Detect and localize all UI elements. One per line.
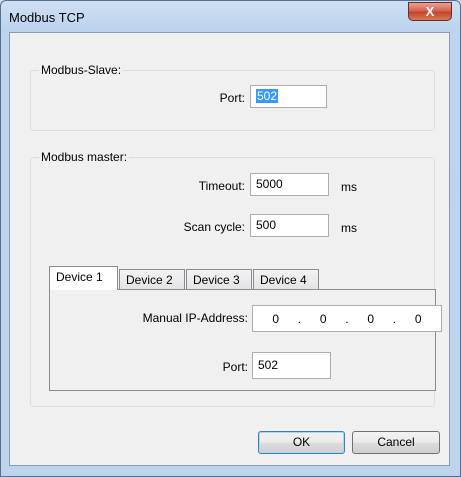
- scan-cycle-label: Scan cycle:: [183, 220, 245, 234]
- modbus-slave-legend: Modbus-Slave:: [39, 63, 124, 77]
- modbus-master-legend: Modbus master:: [39, 150, 130, 164]
- timeout-input[interactable]: 5000: [250, 173, 329, 196]
- device-port-label: Port:: [222, 360, 248, 374]
- modbus-master-group: Modbus master: Timeout: 5000 ms Scan cyc…: [30, 150, 442, 407]
- device-port-input[interactable]: 502: [252, 352, 331, 379]
- slave-port-input[interactable]: 502: [250, 85, 327, 108]
- tab-device-3[interactable]: Device 3: [186, 269, 252, 290]
- ip-octet-2: 0: [319, 311, 327, 326]
- modbus-slave-group: Modbus-Slave: Port: 502: [30, 63, 435, 131]
- dialog-client-area: Modbus-Slave: Port: 502 Modbus master: T…: [9, 32, 450, 466]
- ip-separator: .: [392, 311, 397, 326]
- ok-button[interactable]: OK: [258, 431, 345, 454]
- scan-cycle-input[interactable]: 500: [250, 214, 329, 237]
- tab-device-1[interactable]: Device 1: [49, 266, 118, 290]
- manual-ip-label: Manual IP-Address:: [142, 311, 248, 325]
- ip-address-input[interactable]: 0 . 0 . 0 . 0: [252, 305, 442, 332]
- close-button[interactable]: X: [408, 2, 452, 21]
- ip-separator: .: [345, 311, 349, 326]
- device-tab-panel: Manual IP-Address: 0 . 0 . 0 . 0 Port: 5…: [49, 289, 442, 391]
- dialog-window: Modbus TCP X Modbus-Slave: Port: 502 Mod…: [0, 0, 461, 477]
- ip-separator: .: [297, 311, 302, 326]
- ip-octet-1: 0: [272, 311, 280, 326]
- timeout-unit: ms: [341, 180, 357, 194]
- tab-device-2[interactable]: Device 2: [119, 269, 185, 290]
- slave-port-label: Port:: [219, 91, 245, 105]
- scan-cycle-unit: ms: [341, 221, 357, 235]
- tab-device-4[interactable]: Device 4: [253, 269, 319, 290]
- window-title: Modbus TCP: [9, 10, 85, 25]
- ip-octet-4: 0: [414, 311, 422, 326]
- slave-port-value: 502: [256, 89, 279, 103]
- timeout-label: Timeout:: [198, 179, 245, 193]
- cancel-button[interactable]: Cancel: [352, 431, 440, 454]
- ip-octet-3: 0: [367, 311, 375, 326]
